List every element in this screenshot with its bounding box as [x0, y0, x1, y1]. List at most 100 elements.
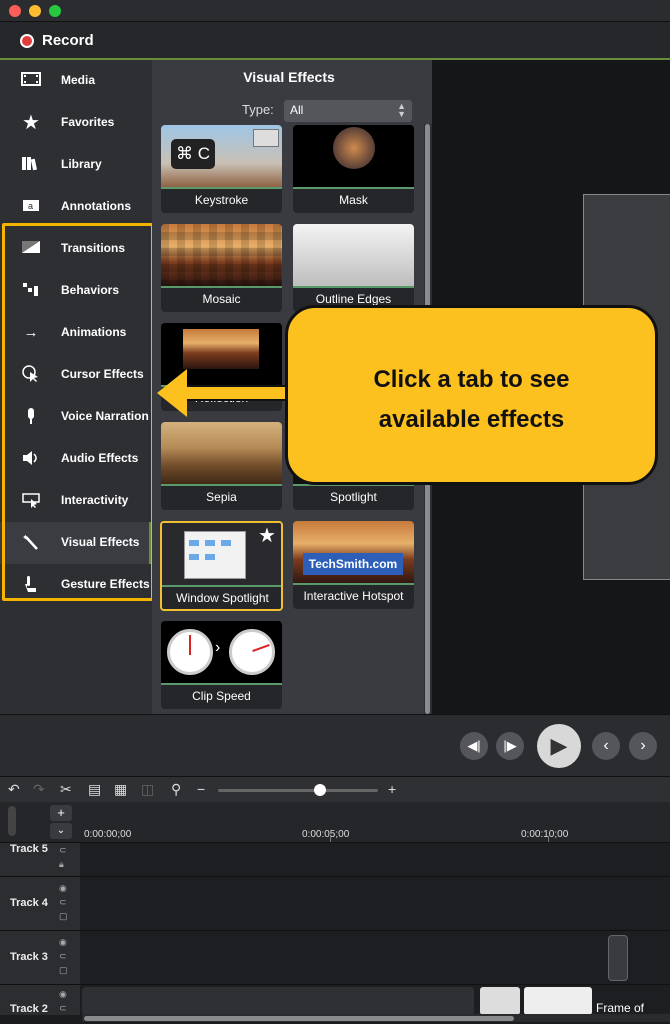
callout-arrow-icon [157, 369, 187, 417]
cursor-icon [20, 365, 42, 385]
zoom-slider[interactable] [218, 789, 378, 792]
effect-tile-keystroke[interactable]: ⌘ C Keystroke [161, 125, 282, 213]
sidebar-item-label: Interactivity [61, 493, 129, 507]
effect-tile-outline-edges[interactable]: Outline Edges [293, 224, 414, 312]
sidebar-item-label: Library [61, 157, 102, 171]
microphone-icon [20, 407, 42, 427]
effect-tile-label: Spotlight [330, 490, 377, 504]
audio-icon[interactable]: ⊂ [59, 951, 67, 962]
timeline-clip[interactable] [524, 987, 592, 1015]
sidebar-item-visual-effects[interactable]: ✦ Visual Effects [0, 522, 152, 564]
select-arrows-icon: ▲ ▼ [397, 101, 406, 119]
timeline-clip[interactable] [480, 987, 520, 1015]
timeline-ruler[interactable]: + ⌄ 0:00:00;00 0:00:05;00 0:00:10;00 [0, 802, 670, 842]
track-header[interactable]: Track 5 ⊂ 🔒︎ [0, 843, 80, 877]
lock-icon[interactable]: 🔒︎ [59, 859, 64, 870]
track-lane[interactable] [80, 931, 670, 985]
record-button[interactable]: Record [10, 26, 100, 56]
effect-tile-sepia[interactable]: Sepia [161, 422, 282, 510]
effect-tile-window-spotlight[interactable]: ★ Window Spotlight [160, 521, 283, 611]
interactive-hotspot-thumbnail: TechSmith.com [293, 521, 414, 585]
timeline-clip[interactable] [608, 935, 628, 981]
callout-line-2: available effects [378, 406, 565, 433]
sidebar-item-audio-effects[interactable]: Audio Effects [0, 438, 152, 480]
type-filter-label: Type: [242, 102, 274, 117]
type-filter-value: All [290, 103, 304, 117]
eye-icon[interactable]: ◉ [59, 937, 67, 948]
track-row: Track 2 ◉ ⊂ Frame of [0, 984, 670, 1015]
favorite-star-icon[interactable]: ★ [258, 523, 276, 548]
effect-tile-mask[interactable]: Mask [293, 125, 414, 213]
type-filter-select[interactable]: All ▲ ▼ [284, 100, 412, 122]
sidebar-item-favorites[interactable]: ★ Favorites [0, 102, 152, 144]
redo-icon[interactable]: ↷ [33, 781, 45, 798]
eye-icon[interactable]: ◉ [59, 989, 67, 1000]
sidebar-item-interactivity[interactable]: Interactivity [0, 480, 152, 522]
interactivity-icon [20, 491, 42, 511]
eye-icon[interactable]: ◉ [59, 883, 67, 894]
effect-tile-label: Keystroke [194, 193, 249, 207]
audio-icon[interactable]: ⊂ [59, 897, 67, 908]
paste-icon[interactable]: ▦ [114, 781, 127, 798]
window-spotlight-thumbnail: ★ [162, 523, 281, 587]
minimize-window-button[interactable] [29, 5, 41, 17]
zoom-window-button[interactable] [49, 5, 61, 17]
track-header[interactable]: Track 4 ◉ ⊂ ▢ [0, 877, 80, 931]
hand-gesture-icon [20, 575, 42, 595]
effect-tile-clip-speed[interactable]: › Clip Speed [161, 621, 282, 709]
track-row: Track 3 ◉ ⊂ ▢ [0, 930, 670, 985]
chevron-down-icon[interactable]: ⌄ [50, 823, 72, 839]
sidebar-item-cursor-effects[interactable]: Cursor Effects [0, 354, 152, 396]
sidebar-item-annotations[interactable]: a Annotations [0, 186, 152, 228]
next-button[interactable]: › [629, 732, 657, 760]
sidebar-item-behaviors[interactable]: Behaviors [0, 270, 152, 312]
effect-tile-label: Window Spotlight [176, 591, 269, 605]
effect-tile-mosaic[interactable]: Mosaic [161, 224, 282, 312]
mosaic-thumbnail [161, 224, 282, 288]
track-lane[interactable] [80, 877, 670, 931]
track-header[interactable]: Track 3 ◉ ⊂ ▢ [0, 931, 80, 985]
sepia-thumbnail [161, 422, 282, 486]
track-lane[interactable] [80, 843, 670, 877]
timeline-scrollbar-thumb[interactable] [84, 1016, 514, 1021]
split-icon[interactable]: ◫ [141, 781, 154, 798]
timeline-toolbar: ↶ ↷ ✂ ▤ ▦ ◫ ⚲ − + [0, 776, 670, 802]
undo-icon[interactable]: ↶ [8, 781, 20, 798]
track-lane[interactable]: Frame of [80, 985, 670, 1015]
sidebar-item-transitions[interactable]: Transitions [0, 228, 152, 270]
step-back-button[interactable]: ◀| [460, 732, 488, 760]
timeline-clip[interactable] [82, 987, 474, 1015]
play-button[interactable]: ▶ [537, 724, 581, 768]
close-window-button[interactable] [9, 5, 21, 17]
sidebar-item-library[interactable]: Library [0, 144, 152, 186]
sidebar-item-gesture-effects[interactable]: Gesture Effects [0, 564, 152, 606]
effect-tile-label: Interactive Hotspot [303, 589, 404, 603]
sidebar-item-media[interactable]: Media [0, 60, 152, 102]
zoom-slider-knob[interactable] [314, 784, 326, 796]
callout-line-1: Click a tab to see [373, 366, 570, 393]
record-toolbar: Record [0, 22, 670, 60]
track-name: Track 2 [10, 1003, 48, 1015]
cut-icon[interactable]: ✂ [60, 781, 72, 798]
sidebar-item-animations[interactable]: → Animations [0, 312, 152, 354]
previous-button[interactable]: ‹ [592, 732, 620, 760]
time-label: 0:00:10;00 [521, 829, 569, 840]
add-track-button[interactable]: + [50, 805, 72, 821]
zoom-in-icon[interactable]: + [388, 781, 396, 797]
track-header[interactable]: Track 2 ◉ ⊂ [0, 985, 80, 1015]
track-row: Track 5 ⊂ 🔒︎ [0, 842, 670, 877]
copy-icon[interactable]: ▤ [88, 781, 101, 798]
record-label: Record [42, 32, 94, 49]
lock-icon[interactable]: ⊂ [59, 845, 67, 856]
track-height-slider[interactable] [8, 806, 16, 836]
panel-title: Visual Effects [243, 69, 335, 85]
audio-icon[interactable]: ⊂ [59, 1003, 67, 1014]
zoom-out-icon[interactable]: − [197, 781, 205, 797]
step-forward-button[interactable]: |▶ [496, 732, 524, 760]
time-label: 0:00:05;00 [302, 829, 350, 840]
lock-icon[interactable]: ▢ [59, 965, 68, 976]
sidebar-item-voice-narration[interactable]: Voice Narration [0, 396, 152, 438]
window-titlebar [0, 0, 670, 22]
effect-tile-interactive-hotspot[interactable]: TechSmith.com Interactive Hotspot [293, 521, 414, 609]
lock-icon[interactable]: ▢ [59, 911, 68, 922]
